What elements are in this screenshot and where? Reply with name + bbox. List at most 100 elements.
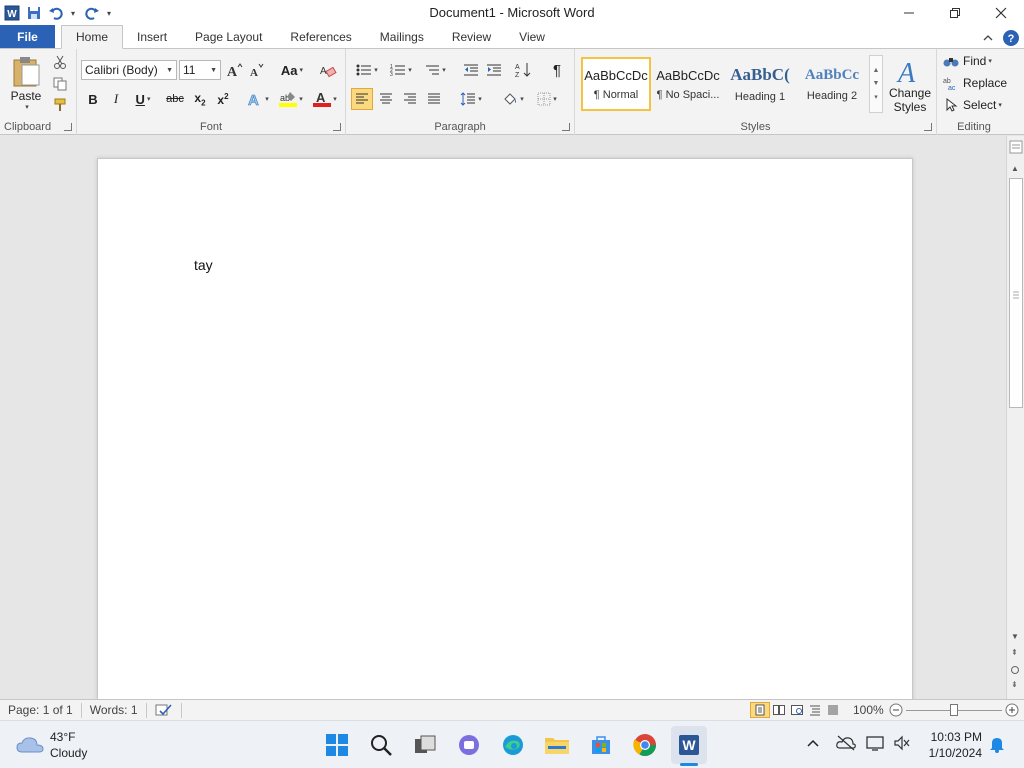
vertical-scrollbar[interactable]: ▲ ▼ ⇞ ⇟ <box>1006 136 1024 699</box>
undo-dropdown-icon[interactable]: ▾ <box>68 9 78 18</box>
scroll-up-icon[interactable]: ▲ <box>1011 164 1019 173</box>
tab-file[interactable]: File <box>0 25 55 48</box>
find-button[interactable]: Find ▾ <box>943 52 1007 70</box>
teams-chat-icon[interactable] <box>453 729 485 761</box>
word-taskbar-icon[interactable]: W <box>671 726 707 764</box>
network-icon[interactable] <box>866 735 886 754</box>
text-effects-icon[interactable]: A ▾ <box>243 89 273 109</box>
minimize-ribbon-icon[interactable] <box>982 32 994 47</box>
style-no-spacing[interactable]: AaBbCcDc ¶ No Spaci... <box>653 57 723 111</box>
tab-references[interactable]: References <box>276 25 365 48</box>
zoom-level[interactable]: 100% <box>853 703 884 717</box>
microsoft-store-icon[interactable] <box>585 729 617 761</box>
chrome-icon[interactable] <box>629 729 661 761</box>
tab-mailings[interactable]: Mailings <box>366 25 438 48</box>
decrease-indent-icon[interactable] <box>460 60 482 80</box>
grow-font-icon[interactable]: A <box>225 60 245 80</box>
superscript-icon[interactable]: x2 <box>212 89 234 109</box>
next-page-icon[interactable]: ⇟ <box>1011 680 1018 689</box>
redo-icon[interactable] <box>82 3 102 23</box>
zoom-in-icon[interactable] <box>1005 703 1019 720</box>
close-button[interactable] <box>978 0 1024 26</box>
styles-more-icon[interactable]: ▾ <box>874 93 878 101</box>
start-icon[interactable] <box>321 729 353 761</box>
italic-icon[interactable]: I <box>106 89 126 109</box>
tab-insert[interactable]: Insert <box>123 25 181 48</box>
align-center-icon[interactable] <box>375 89 397 109</box>
sort-icon[interactable]: AZ <box>512 60 534 80</box>
cut-icon[interactable] <box>50 53 70 71</box>
web-layout-icon[interactable] <box>788 702 806 718</box>
draft-icon[interactable] <box>824 702 842 718</box>
previous-page-icon[interactable]: ⇞ <box>1011 648 1018 657</box>
show-hidden-icons-chevron-icon[interactable] <box>806 737 820 752</box>
tab-review[interactable]: Review <box>438 25 505 48</box>
highlight-icon[interactable]: ab ▾ <box>275 89 307 109</box>
help-icon[interactable]: ? <box>1002 29 1020 50</box>
change-case-button[interactable]: Aa ▾ <box>277 60 307 80</box>
justify-icon[interactable] <box>423 89 445 109</box>
outline-icon[interactable] <box>806 702 824 718</box>
line-spacing-icon[interactable]: ▾ <box>456 89 486 109</box>
restore-button[interactable] <box>932 0 978 26</box>
save-icon[interactable] <box>24 3 44 23</box>
align-right-icon[interactable] <box>399 89 421 109</box>
scroll-thumb[interactable] <box>1009 178 1023 408</box>
increase-indent-icon[interactable] <box>483 60 505 80</box>
minimize-button[interactable] <box>886 0 932 26</box>
weather-widget[interactable]: 43°F Cloudy <box>16 729 87 761</box>
volume-muted-icon[interactable] <box>893 735 911 754</box>
word-count[interactable]: Words: 1 <box>82 702 147 718</box>
style-normal[interactable]: AaBbCcDc ¶ Normal <box>581 57 651 111</box>
font-size-box[interactable]: 11 ▼ <box>179 60 221 80</box>
bullets-icon[interactable]: ▾ <box>352 60 382 80</box>
document-body-text[interactable]: tay <box>194 257 213 273</box>
borders-icon[interactable]: ▾ <box>532 89 562 109</box>
task-view-icon[interactable] <box>409 729 441 761</box>
font-color-icon[interactable]: A ▾ <box>309 89 341 109</box>
zoom-out-icon[interactable] <box>889 703 903 720</box>
proofing-icon[interactable] <box>147 702 182 718</box>
tab-home[interactable]: Home <box>61 25 124 49</box>
numbering-icon[interactable]: 1 2 3 ▾ <box>386 60 416 80</box>
paragraph-launcher-icon[interactable] <box>562 123 570 131</box>
styles-launcher-icon[interactable] <box>924 123 932 131</box>
paste-button[interactable]: Paste ▾ <box>6 53 46 113</box>
format-painter-icon[interactable] <box>50 96 70 114</box>
strikethrough-icon[interactable]: abc <box>163 89 187 109</box>
edge-browser-icon[interactable] <box>497 729 529 761</box>
styles-scroll-up-icon[interactable]: ▲ <box>873 67 880 74</box>
font-name-box[interactable]: Calibri (Body) ▼ <box>81 60 177 80</box>
tab-view[interactable]: View <box>505 25 559 48</box>
underline-icon[interactable]: U ▾ <box>129 89 157 109</box>
multilevel-list-icon[interactable]: ▾ <box>420 60 450 80</box>
undo-icon[interactable] <box>46 3 66 23</box>
document-page[interactable]: tay <box>97 158 913 718</box>
change-styles-button[interactable]: A Change Styles <box>887 53 933 117</box>
copy-icon[interactable] <box>50 75 70 93</box>
replace-button[interactable]: ab ac Replace <box>943 74 1009 92</box>
onedrive-icon[interactable] <box>836 735 856 754</box>
styles-scroll-down-icon[interactable]: ▼ <box>873 80 880 87</box>
bold-icon[interactable]: B <box>83 89 103 109</box>
file-explorer-icon[interactable] <box>541 729 573 761</box>
shrink-font-icon[interactable]: A <box>247 60 267 80</box>
styles-gallery-scroll[interactable]: ▲ ▼ ▾ <box>869 55 883 113</box>
search-icon[interactable] <box>365 729 397 761</box>
tab-page-layout[interactable]: Page Layout <box>181 25 276 48</box>
ruler-toggle-icon[interactable] <box>1009 140 1023 154</box>
clipboard-launcher-icon[interactable] <box>64 123 72 131</box>
customize-qat-icon[interactable]: ▾ <box>104 9 114 18</box>
browse-object-icon[interactable] <box>1010 664 1020 678</box>
show-formatting-marks-icon[interactable]: ¶ <box>546 60 568 80</box>
full-screen-reading-icon[interactable] <box>770 702 788 718</box>
word-app-icon[interactable]: W <box>2 3 22 23</box>
zoom-slider-thumb[interactable] <box>950 704 958 716</box>
clear-formatting-icon[interactable]: A <box>317 60 339 80</box>
notification-bell-icon[interactable] <box>988 735 1006 756</box>
page-count[interactable]: Page: 1 of 1 <box>0 702 82 718</box>
select-button[interactable]: Select ▾ <box>943 96 1009 114</box>
print-layout-icon[interactable] <box>750 702 770 718</box>
style-heading-2[interactable]: AaBbCc Heading 2 <box>797 57 867 111</box>
shading-icon[interactable]: ▾ <box>498 89 528 109</box>
